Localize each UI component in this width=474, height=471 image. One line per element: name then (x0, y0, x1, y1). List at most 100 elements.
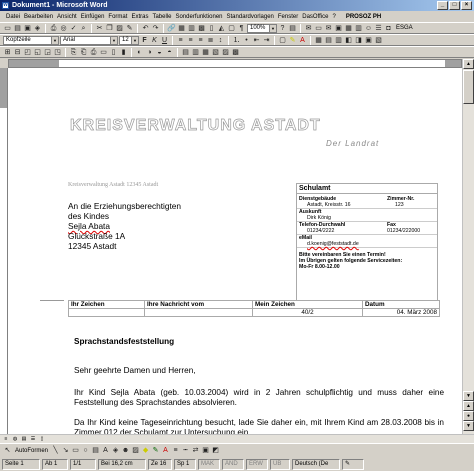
rectangle-icon[interactable]: ▭ (71, 446, 80, 455)
tool-icon[interactable]: ◰ (23, 48, 32, 57)
esga-label[interactable]: ESGA (396, 25, 413, 31)
horizontal-scrollbar[interactable]: ≡ ◍ ▤ ☰ ▯ (0, 434, 474, 443)
tool-icon[interactable]: ▦ (314, 36, 323, 45)
textbox-icon[interactable]: ▤ (91, 446, 100, 455)
preview-icon[interactable]: ◎ (59, 24, 68, 33)
line-icon[interactable]: ╲ (51, 446, 60, 455)
tool-icon[interactable]: ▤ (324, 36, 333, 45)
next-page-button[interactable]: ▼ (463, 421, 474, 431)
menu-help[interactable]: ? (330, 14, 337, 20)
align-left-icon[interactable]: ≡ (176, 36, 185, 45)
tool-icon[interactable]: ◑ (145, 48, 154, 57)
person-icon[interactable]: ☺ (364, 24, 373, 33)
font-color-icon[interactable]: A (161, 446, 170, 455)
document-map-icon[interactable]: ▢ (227, 24, 236, 33)
status-overtype[interactable]: ÜB (270, 458, 290, 470)
tool-icon[interactable]: ▧ (374, 36, 383, 45)
tool-icon[interactable]: ◒ (155, 48, 164, 57)
tool-icon[interactable]: ◱ (33, 48, 42, 57)
list-icon[interactable]: ☰ (374, 24, 383, 33)
camera-icon[interactable]: ◘ (384, 24, 393, 33)
reading-view-icon[interactable]: ▯ (38, 435, 46, 443)
open-icon[interactable]: ▤ (13, 24, 22, 33)
mail-icon[interactable]: ✉ (324, 24, 333, 33)
menu-dasoffice[interactable]: DasOffice (300, 14, 330, 20)
dash-style-icon[interactable]: ┅ (181, 446, 190, 455)
align-right-icon[interactable]: ≡ (196, 36, 205, 45)
oval-icon[interactable]: ○ (81, 446, 90, 455)
highlight-icon[interactable]: ✎ (288, 36, 297, 45)
format-painter-icon[interactable]: ✎ (125, 24, 134, 33)
line-style-icon[interactable]: ≡ (171, 446, 180, 455)
select-objects-icon[interactable]: ↖ (3, 446, 12, 455)
undo-icon[interactable]: ↶ (141, 24, 150, 33)
scroll-thumb[interactable] (463, 70, 474, 104)
tool-icon[interactable]: ⎙ (89, 48, 98, 57)
font-select[interactable]: Arial ▼ (60, 35, 118, 45)
style-select[interactable]: Kopfzeile ▼ (3, 35, 59, 45)
arrow-style-icon[interactable]: ⇄ (191, 446, 200, 455)
drawing-icon[interactable]: ◭ (217, 24, 226, 33)
print-icon[interactable]: ⎙ (49, 24, 58, 33)
save-icon[interactable]: ▣ (23, 24, 32, 33)
envelope-icon[interactable]: ✉ (304, 24, 313, 33)
picture-icon[interactable]: ▨ (131, 446, 140, 455)
wordart-icon[interactable]: A (101, 446, 110, 455)
font-color-icon[interactable]: A (298, 36, 307, 45)
spelling-icon[interactable]: ✓ (69, 24, 78, 33)
justify-icon[interactable]: ≣ (206, 36, 215, 45)
tool-icon[interactable]: ▤ (181, 48, 190, 57)
zoom-select[interactable]: 100% ▼ (247, 23, 277, 33)
status-extend[interactable]: ERW (246, 458, 268, 470)
letter-icon[interactable]: ▭ (314, 24, 323, 33)
browse-object-button[interactable]: ● (463, 411, 474, 421)
tool-icon[interactable]: ▦ (201, 48, 210, 57)
menu-format[interactable]: Format (106, 14, 129, 20)
decrease-indent-icon[interactable]: ⇤ (252, 36, 261, 45)
tool-icon[interactable]: ◨ (354, 36, 363, 45)
italic-icon[interactable]: K (150, 36, 159, 45)
minimize-button[interactable]: _ (437, 1, 448, 10)
help-icon[interactable]: ? (278, 24, 287, 33)
menu-fenster[interactable]: Fenster (276, 14, 300, 20)
font-size-select[interactable]: 12 ▼ (119, 35, 139, 45)
status-spelling-icon[interactable]: ✎ (342, 458, 364, 470)
autoshapes-button[interactable]: AutoFormen (13, 448, 50, 454)
calendar-icon[interactable]: ▦ (344, 24, 353, 33)
menu-tabelle[interactable]: Tabelle (150, 14, 173, 20)
diagram-icon[interactable]: ◈ (111, 446, 120, 455)
line-color-icon[interactable]: ✎ (151, 446, 160, 455)
status-macro[interactable]: MAK (198, 458, 220, 470)
menu-sonderfunktionen[interactable]: Sonderfunktionen (173, 14, 224, 20)
maximize-button[interactable]: □ (449, 1, 460, 10)
menu-datei[interactable]: Datei (4, 14, 22, 20)
tool-icon[interactable]: ▭ (99, 48, 108, 57)
research-icon[interactable]: ⌕ (79, 24, 88, 33)
tool-icon[interactable]: ◧ (344, 36, 353, 45)
tool-icon[interactable]: ◲ (43, 48, 52, 57)
permission-icon[interactable]: ◈ (33, 24, 42, 33)
tool-icon[interactable]: ⎗ (79, 48, 88, 57)
status-track-changes[interactable]: ÄND (222, 458, 244, 470)
normal-view-icon[interactable]: ≡ (2, 435, 10, 443)
web-view-icon[interactable]: ◍ (11, 435, 19, 443)
columns-icon[interactable]: ▯ (207, 24, 216, 33)
tool-icon[interactable]: ◓ (165, 48, 174, 57)
tool-icon[interactable]: ◐ (135, 48, 144, 57)
previous-page-button[interactable]: ▲ (463, 401, 474, 411)
book-icon[interactable]: ▥ (354, 24, 363, 33)
tool-icon[interactable]: ▥ (334, 36, 343, 45)
scroll-up-button[interactable]: ▲ (463, 59, 474, 69)
menu-standardvorlagen[interactable]: Standardvorlagen (225, 14, 276, 20)
menu-ansicht[interactable]: Ansicht (55, 14, 79, 20)
tool-icon[interactable]: ▥ (191, 48, 200, 57)
document-area[interactable]: KREISVERWALTUNG ASTADT Der Landrat Kreis… (8, 68, 462, 434)
paste-icon[interactable]: ▨ (115, 24, 124, 33)
insert-table-icon[interactable]: ▥ (187, 24, 196, 33)
borders-icon[interactable]: ▢ (278, 36, 287, 45)
tool-icon[interactable]: ▧ (211, 48, 220, 57)
show-hide-icon[interactable]: ¶ (237, 24, 246, 33)
tool-icon[interactable]: ⊞ (3, 48, 12, 57)
tool-icon[interactable]: ⎘ (69, 48, 78, 57)
align-center-icon[interactable]: ≡ (186, 36, 195, 45)
